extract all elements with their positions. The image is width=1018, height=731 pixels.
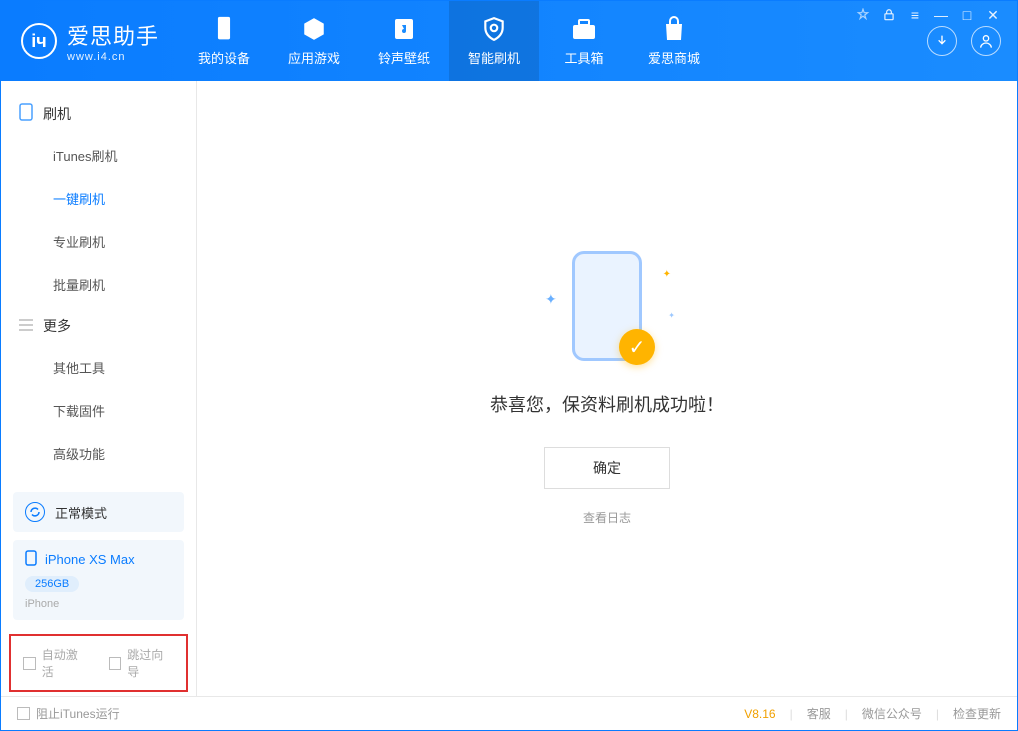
body: 刷机 iTunes刷机 一键刷机 专业刷机 批量刷机 更多 其他工具 下载固件 … xyxy=(1,81,1017,696)
mode-card[interactable]: 正常模式 xyxy=(13,492,184,532)
sidebar-item-batch-flash[interactable]: 批量刷机 xyxy=(1,263,196,306)
logo: iч 爱思助手 www.i4.cn xyxy=(1,19,179,63)
tab-store[interactable]: 爱思商城 xyxy=(629,1,719,81)
minimize-icon[interactable]: — xyxy=(933,7,949,23)
device-card[interactable]: iPhone XS Max 256GB iPhone xyxy=(13,540,184,620)
storage-badge: 256GB xyxy=(25,576,79,592)
success-message: 恭喜您，保资料刷机成功啦！ xyxy=(490,391,724,417)
close-icon[interactable]: ✕ xyxy=(985,7,1001,23)
success-illustration: ✦ ✦ ✦ ✓ xyxy=(537,251,677,371)
refresh-icon xyxy=(25,502,45,522)
logo-icon: iч xyxy=(21,23,57,59)
sidebar-group-flash[interactable]: 刷机 xyxy=(1,93,196,134)
auto-activate-checkbox[interactable]: 自动激活 xyxy=(23,646,89,680)
app-name: 爱思助手 xyxy=(67,19,159,51)
tab-my-device[interactable]: 我的设备 xyxy=(179,1,269,81)
nav-tabs: 我的设备 应用游戏 铃声壁纸 智能刷机 工具箱 爱思商城 xyxy=(179,1,719,81)
tab-label: 铃声壁纸 xyxy=(378,48,430,67)
bag-icon xyxy=(661,16,687,42)
checkmark-icon: ✓ xyxy=(619,329,655,365)
sidebar-item-pro-flash[interactable]: 专业刷机 xyxy=(1,220,196,263)
phone-icon xyxy=(211,16,237,42)
tab-flash[interactable]: 智能刷机 xyxy=(449,1,539,81)
version-label: V8.16 xyxy=(744,707,775,721)
tab-label: 工具箱 xyxy=(565,48,604,67)
tab-label: 智能刷机 xyxy=(468,48,520,67)
tab-label: 我的设备 xyxy=(198,48,250,67)
tab-label: 应用游戏 xyxy=(288,48,340,67)
sidebar-item-advanced[interactable]: 高级功能 xyxy=(1,432,196,475)
shield-icon xyxy=(481,16,507,42)
toolbox-icon xyxy=(571,16,597,42)
account-button[interactable] xyxy=(971,26,1001,56)
ok-button[interactable]: 确定 xyxy=(544,447,670,489)
header-right xyxy=(927,26,1017,56)
sidebar-item-onekey-flash[interactable]: 一键刷机 xyxy=(1,177,196,220)
menu-icon[interactable]: ≡ xyxy=(907,7,923,23)
sidebar-item-firmware[interactable]: 下载固件 xyxy=(1,389,196,432)
cube-icon xyxy=(301,16,327,42)
phone-small-icon xyxy=(25,550,37,569)
main-content: ✦ ✦ ✦ ✓ 恭喜您，保资料刷机成功啦！ 确定 查看日志 xyxy=(197,81,1017,696)
wechat-link[interactable]: 微信公众号 xyxy=(862,705,922,722)
lock-icon[interactable] xyxy=(881,7,897,23)
sidebar-group-more[interactable]: 更多 xyxy=(1,306,196,346)
tab-label: 爱思商城 xyxy=(648,48,700,67)
check-update-link[interactable]: 检查更新 xyxy=(953,705,1001,722)
checkbox-label: 跳过向导 xyxy=(127,646,174,680)
tab-toolbox[interactable]: 工具箱 xyxy=(539,1,629,81)
sidebar: 刷机 iTunes刷机 一键刷机 专业刷机 批量刷机 更多 其他工具 下载固件 … xyxy=(1,81,197,696)
sidebar-item-other-tools[interactable]: 其他工具 xyxy=(1,346,196,389)
tab-apps[interactable]: 应用游戏 xyxy=(269,1,359,81)
block-itunes-checkbox[interactable]: 阻止iTunes运行 xyxy=(17,705,120,722)
app-window: ≡ — □ ✕ iч 爱思助手 www.i4.cn 我的设备 应用游戏 铃声壁纸 xyxy=(0,0,1018,731)
window-controls: ≡ — □ ✕ xyxy=(855,7,1001,23)
device-icon xyxy=(19,103,33,124)
checkbox-label: 阻止iTunes运行 xyxy=(36,705,120,722)
tab-ringtones[interactable]: 铃声壁纸 xyxy=(359,1,449,81)
checkbox-label: 自动激活 xyxy=(42,646,89,680)
app-url: www.i4.cn xyxy=(67,51,159,63)
sidebar-item-itunes-flash[interactable]: iTunes刷机 xyxy=(1,134,196,177)
mode-label: 正常模式 xyxy=(55,503,107,522)
view-log-link[interactable]: 查看日志 xyxy=(583,509,631,526)
skip-guide-checkbox[interactable]: 跳过向导 xyxy=(109,646,175,680)
device-type: iPhone xyxy=(25,598,172,610)
download-button[interactable] xyxy=(927,26,957,56)
group-label: 更多 xyxy=(43,316,71,336)
device-name-label: iPhone XS Max xyxy=(45,552,135,567)
music-icon xyxy=(391,16,417,42)
theme-icon[interactable] xyxy=(855,7,871,23)
support-link[interactable]: 客服 xyxy=(807,705,831,722)
sidebar-bottom: 正常模式 iPhone XS Max 256GB iPhone 自动激活 跳过向… xyxy=(1,484,196,696)
options-row: 自动激活 跳过向导 xyxy=(9,634,188,692)
footer: 阻止iTunes运行 V8.16 | 客服 | 微信公众号 | 检查更新 xyxy=(1,696,1017,730)
list-icon xyxy=(19,318,33,334)
maximize-icon[interactable]: □ xyxy=(959,7,975,23)
group-label: 刷机 xyxy=(43,104,71,124)
